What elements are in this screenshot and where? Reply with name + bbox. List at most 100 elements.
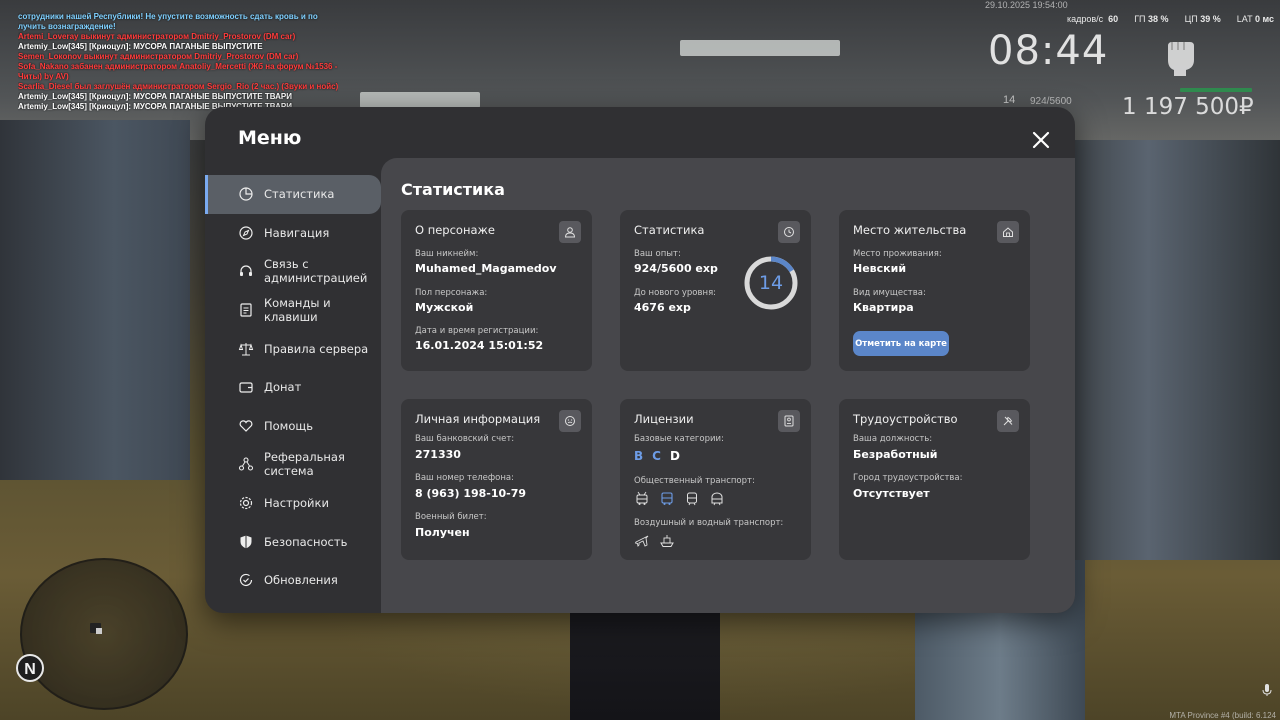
close-icon[interactable] [1029,128,1053,152]
sidebar-item-help[interactable]: Помощь [205,407,381,446]
card-employment: Трудоустройство Ваша должность: Безработ… [839,399,1030,560]
ceiling-light [360,92,480,108]
position-label: Ваша должность: [853,434,933,444]
sidebar-item-label: Донат [264,380,302,395]
bank-account-label: Ваш банковский счет: [415,434,515,444]
registration-label: Дата и время регистрации: [415,326,539,336]
shield-icon [240,535,252,549]
health-bar [1180,88,1252,92]
exp-label: Ваш опыт: [634,249,681,259]
sidebar-item-label: Обновления [264,573,338,588]
mark-on-map-button[interactable]: Отметить на карте [853,331,949,356]
public-transport-icons [634,491,725,507]
chat-line: Scarlia_Diesel был заглушён администрато… [18,82,338,91]
sidebar-item-label: Связь с администрацией [264,257,368,286]
card-title: Статистика [634,223,705,237]
nickname-label: Ваш никнейм: [415,249,479,259]
sidebar-item-navigation[interactable]: Навигация [205,214,381,253]
sidebar-item-updates[interactable]: Обновления [205,561,381,600]
sidebar-item-settings[interactable]: Настройки [205,484,381,523]
base-categories-label: Базовые категории: [634,434,724,444]
menu-modal: Меню Статистика Навигация Связь с админи… [205,107,1075,613]
content-panel: Статистика О персонаже Ваш никнейм: Muha… [381,158,1075,613]
microphone-icon [1262,684,1272,696]
perf-stats: кадров/с 60 ГП 38 % ЦП 39 % LAT 0 мс [1067,14,1274,24]
build-info: MTA Province #4 (build: 6.124 [1169,711,1276,720]
chat-line: Sofa_Nakano забанен администратором Anat… [18,62,338,71]
scene-wall-right [1060,140,1280,560]
tools-icon [997,410,1019,432]
gpu-stat: ГП 38 % [1134,14,1169,24]
chat-line: Artemiy_Low[345] [Криоцул]: МУСОРА ПАГАН… [18,42,263,51]
exp-value: 924/5600 exp [634,262,718,275]
license-category: B [634,449,644,463]
id-card-icon [778,410,800,432]
card-residence: Место жительства Место проживания: Невск… [839,210,1030,371]
refresh-check-icon [239,574,253,587]
phone-value: 8 (963) 198-10-79 [415,487,527,500]
sidebar-item-label: Команды и клавиши [264,296,331,325]
referral-icon [238,457,254,472]
chat-line: лучить вознаграждение! [18,22,116,31]
fist-icon [1168,42,1194,76]
gender-value: Мужской [415,301,474,314]
ceiling-light [680,40,840,56]
sidebar-item-label: Безопасность [264,534,348,549]
sidebar-item-label: Статистика [264,187,335,202]
clock-icon [778,221,800,243]
sidebar-item-contact-admin[interactable]: Связь с администрацией [205,252,381,291]
hud-datetime: 29.10.2025 19:54:00 [985,0,1068,10]
sidebar-item-referral[interactable]: Реферальная система [205,445,381,484]
sidebar-item-commands[interactable]: Команды и клавиши [205,291,381,330]
minimap [20,558,188,710]
sidebar-item-label: Настройки [264,496,329,511]
bus-icon [661,492,673,505]
sidebar-item-rules[interactable]: Правила сервера [205,329,381,368]
chat-line: Artemi_Loveray выкинут администратором D… [18,32,296,41]
chat-line: Semen_Loкonov выкинут администратором Dm… [18,52,299,61]
residence-place-value: Невский [853,262,907,275]
modal-title: Меню [238,127,302,149]
content-title: Статистика [401,180,505,199]
cpu-stat: ЦП 39 % [1184,14,1221,24]
air-water-transport-icons [634,533,675,549]
boat-icon [660,535,674,547]
document-icon [240,303,252,317]
card-title: Личная информация [415,412,541,426]
scene-wall-left [0,120,190,480]
face-icon [559,410,581,432]
hud-clock: 08:44 [988,28,1109,74]
gear-icon [239,496,253,510]
work-city-label: Город трудоустройства: [853,473,963,483]
license-category: D [669,449,680,463]
military-id-label: Военный билет: [415,512,487,522]
phone-label: Ваш номер телефона: [415,473,514,483]
card-title: Трудоустройство [853,412,958,426]
gender-label: Пол персонажа: [415,288,488,298]
card-title: О персонаже [415,223,495,237]
sidebar-item-label: Реферальная система [264,450,345,479]
hud-level: 14 [1003,94,1016,106]
fps-stat: кадров/с 60 [1066,14,1119,24]
card-title: Лицензии [634,412,694,426]
next-level-label: До нового уровня: [634,288,717,298]
headset-icon [240,265,252,277]
train-icon [687,492,697,506]
next-level-value: 4676 exp [634,301,691,314]
residence-place-label: Место проживания: [853,249,942,259]
air-water-transport-label: Воздушный и водный транспорт: [634,518,784,528]
heart-hand-icon [239,420,253,432]
sidebar-item-security[interactable]: Безопасность [205,522,381,561]
level-number: 14 [758,272,784,294]
user-icon [559,221,581,243]
sidebar-item-label: Помощь [264,418,314,433]
sidebar-item-statistics[interactable]: Статистика [205,175,381,214]
card-statistics: Статистика Ваш опыт: 924/5600 exp До нов… [620,210,811,371]
chat-line: Читы) by AV) [18,72,69,81]
sidebar-item-donate[interactable]: Донат [205,368,381,407]
license-categories: B C D [634,449,680,463]
hud-money: 1 197 500₽ [1122,94,1254,120]
chat-log: сотрудники нашей Республики! Не упустите… [18,12,338,112]
metro-icon [711,492,723,506]
military-id-value: Получен [415,526,470,539]
